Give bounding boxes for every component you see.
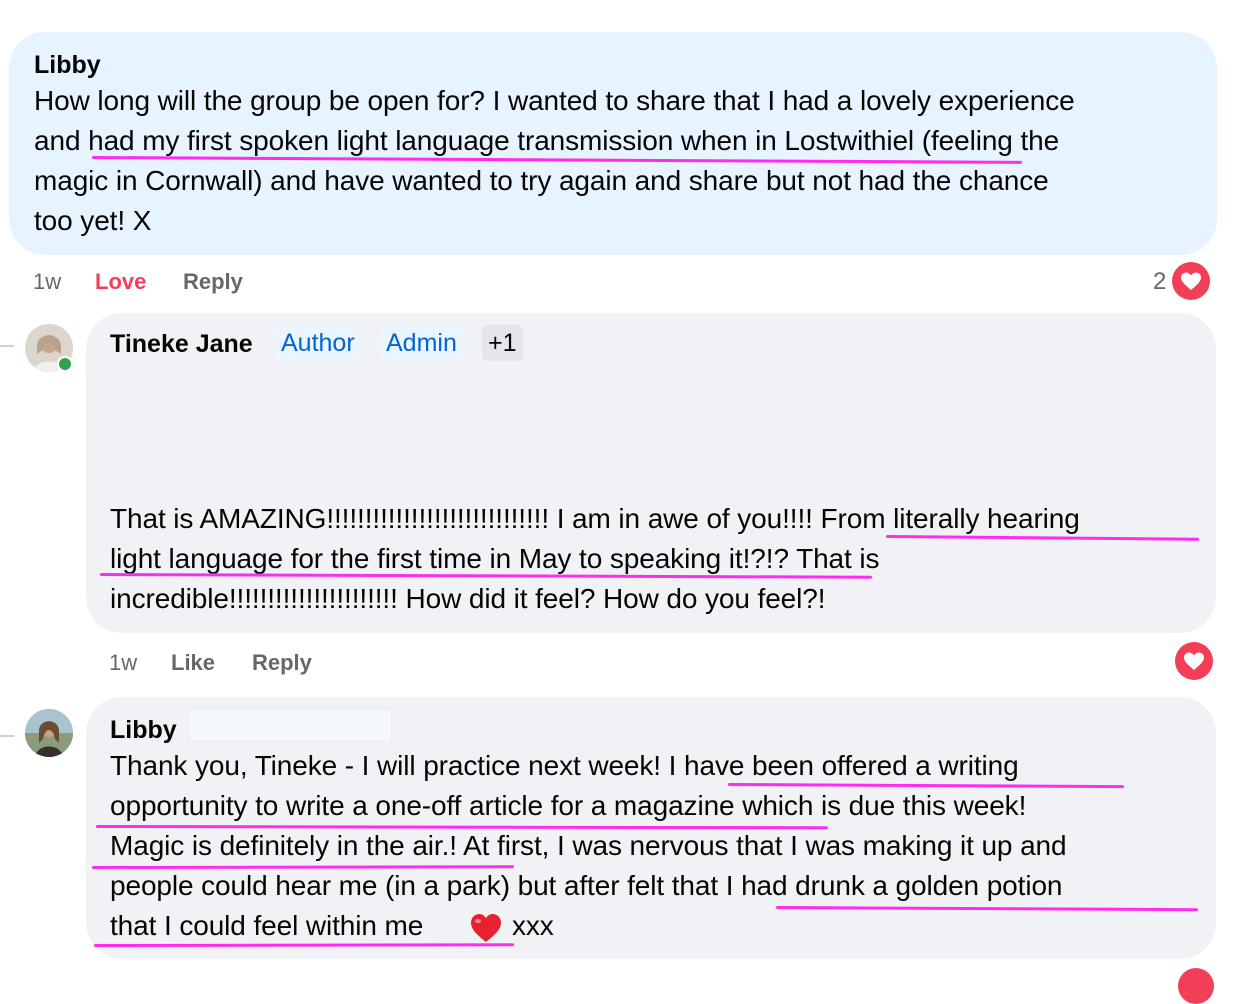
thread-connector (0, 345, 14, 347)
love-reaction-icon[interactable] (1175, 642, 1213, 680)
comment-text-line: magic in Cornwall) and have wanted to tr… (34, 165, 1049, 196)
comment-text-line: Thank you, Tineke - I will practice next… (110, 750, 1019, 781)
comment-text-line: too yet! X (34, 205, 152, 236)
comment-author[interactable]: Tineke Jane (110, 329, 253, 359)
comment-text-line: that I could feel within me (110, 910, 424, 941)
comment-text-line: Magic is definitely in the air.! At firs… (110, 830, 1067, 861)
like-button[interactable]: Like (171, 650, 215, 676)
comment-text-line: opportunity to write a one-off article f… (110, 790, 1027, 821)
comment-text-line: incredible!!!!!!!!!!!!!!!!!!!!!! How did… (110, 583, 826, 614)
author-badge-placeholder (188, 708, 392, 742)
reply-button[interactable]: Reply (252, 650, 312, 676)
love-reaction-button[interactable]: Love (95, 269, 146, 295)
comment-text-line: That is AMAZING!!!!!!!!!!!!!!!!!!!!!!!!!… (110, 503, 1080, 534)
comment-timestamp[interactable]: 1w (109, 650, 137, 676)
comment-timestamp[interactable]: 1w (33, 269, 61, 295)
comment-text-line: xxx (512, 910, 554, 941)
thread-connector (0, 735, 14, 737)
admin-badge: Admin (380, 325, 463, 361)
love-reaction-icon[interactable] (1178, 968, 1214, 1004)
reply-button[interactable]: Reply (183, 269, 243, 295)
heart-emoji (469, 912, 503, 944)
more-badges[interactable]: +1 (482, 325, 523, 361)
comment-text-line: and had my first spoken light language t… (34, 125, 1060, 156)
comment-text-line: How long will the group be open for? I w… (34, 85, 1075, 116)
author-badge: Author (275, 325, 361, 361)
avatar[interactable] (25, 709, 73, 757)
comment-text-line: people could hear me (in a park) but aft… (110, 870, 1063, 901)
reaction-count[interactable]: 2 (1153, 269, 1166, 295)
love-reaction-icon[interactable] (1172, 262, 1210, 300)
comment-author[interactable]: Libby (110, 715, 177, 745)
online-status-dot (57, 356, 73, 372)
comment-author[interactable]: Libby (34, 50, 101, 80)
